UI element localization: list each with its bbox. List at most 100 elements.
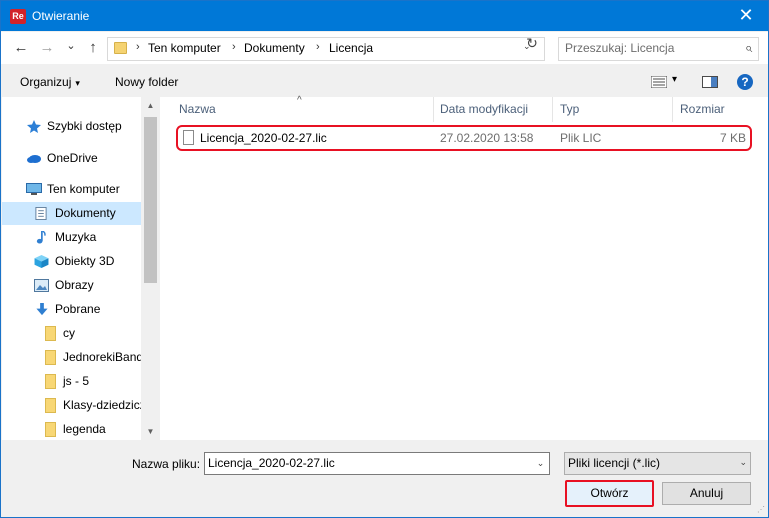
breadcrumb-ten-komputer[interactable]: Ten komputer [148,41,221,55]
refresh-icon[interactable]: ↻ [524,36,540,50]
folder-icon [45,326,56,341]
recent-locations-icon[interactable]: ⌄ [61,36,81,56]
sidebar-item-folder[interactable]: JednorekiBandyta [2,346,141,369]
folder-icon [45,374,56,389]
pictures-icon [34,279,49,292]
file-name: Licencja_2020-02-27.lic [200,131,327,145]
column-header-name[interactable]: Nazwa [179,97,216,122]
close-button[interactable]: ✕ [724,1,768,31]
sidebar-item-label: Szybki dostęp [47,119,122,133]
file-type-value: Pliki licencji (*.lic) [568,456,661,470]
preview-pane-icon[interactable] [702,76,718,91]
scroll-down-icon[interactable]: ▼ [142,423,159,440]
sidebar-scrollbar[interactable]: ▲ ▼ [142,97,159,440]
sidebar-item-label: Klasy-dziedziczenie [63,398,141,412]
column-divider[interactable] [552,97,553,122]
sidebar-item-label: js - 5 [63,374,90,388]
filename-input[interactable]: Licencja_2020-02-27.lic ⌄ [204,452,550,475]
scroll-up-icon[interactable]: ▲ [142,97,159,114]
documents-icon [35,207,47,220]
folder-icon [45,350,56,365]
app-logo-icon: Re [10,9,26,24]
back-arrow-icon[interactable]: ← [11,38,31,58]
sidebar-item-3d-objects[interactable]: Obiekty 3D [2,250,141,273]
new-folder-button[interactable]: Nowy folder [115,75,178,89]
file-size: 7 KB [719,131,746,145]
sort-ascending-icon: ^ [297,95,302,106]
chevron-down-icon: ⌄ [739,457,747,467]
dialog-footer: Nazwa pliku: Licencja_2020-02-27.lic ⌄ P… [1,440,768,517]
breadcrumb-dokumenty[interactable]: Dokumenty [244,41,305,55]
view-dropdown-icon[interactable]: ▾ [672,74,677,85]
download-icon [36,303,48,316]
sidebar-item-pictures[interactable]: Obrazy [2,274,141,297]
folder-icon [45,422,56,437]
cancel-button[interactable]: Anuluj [662,482,751,505]
computer-icon [26,183,42,195]
file-modified: 27.02.2020 13:58 [440,131,534,145]
sidebar-item-label: Dokumenty [55,206,116,220]
cloud-icon [27,155,41,163]
command-bar: Organizuj ▾ Nowy folder ▾ ? [1,64,768,98]
chevron-down-icon[interactable]: ⌄ [532,453,549,474]
resize-grip-icon[interactable]: ⋰ [757,505,765,514]
sidebar-item-folder[interactable]: legenda [2,418,141,440]
sidebar-item-documents[interactable]: Dokumenty [2,202,141,225]
music-icon [36,231,46,244]
window-title: Otwieranie [32,9,90,23]
file-type: Plik LIC [560,131,602,145]
star-icon [27,120,41,133]
chevron-down-icon: ▾ [75,78,80,88]
breadcrumb-separator-icon[interactable]: › [136,41,140,53]
column-divider[interactable] [433,97,434,122]
help-icon[interactable]: ? [737,74,753,90]
sidebar-item-label: JednorekiBandyta [63,350,141,364]
sidebar-item-label: Obrazy [55,278,94,292]
folder-icon [114,42,127,54]
breadcrumb-separator-icon[interactable]: › [232,41,236,53]
sidebar-item-label: Ten komputer [47,182,120,196]
column-header-date[interactable]: Data modyfikacji [440,97,528,122]
sidebar-item-label: Muzyka [55,230,97,244]
view-options-icon[interactable] [650,75,668,91]
column-header-size[interactable]: Rozmiar [680,97,725,122]
organize-label: Organizuj [20,75,72,89]
scrollbar-thumb[interactable] [144,117,157,283]
open-button[interactable]: Otwórz [565,480,654,507]
navigation-pane: Szybki dostęp OneDrive Ten komputer Doku… [2,97,141,440]
table-row[interactable]: Licencja_2020-02-27.lic 27.02.2020 13:58… [176,125,752,151]
sidebar-item-folder[interactable]: cy [2,322,141,345]
sidebar-item-label: OneDrive [47,151,98,165]
file-icon [183,130,194,145]
breadcrumb-licencja[interactable]: Licencja [329,41,373,55]
sidebar-item-onedrive[interactable]: OneDrive [2,147,141,170]
open-file-dialog: Re Otwieranie ✕ ← → ⌄ ↑ › Ten komputer ›… [0,0,769,518]
file-list: ^ Nazwa Data modyfikacji Typ Rozmiar Lic… [160,95,768,440]
column-divider[interactable] [672,97,673,122]
sidebar-item-folder[interactable]: js - 5 [2,370,141,393]
sidebar-item-quick-access[interactable]: Szybki dostęp [2,115,141,138]
forward-arrow-icon[interactable]: → [37,38,57,58]
organize-button[interactable]: Organizuj ▾ [20,75,80,89]
filename-value: Licencja_2020-02-27.lic [208,456,335,470]
sidebar-item-label: cy [63,326,75,340]
search-placeholder: Przeszukaj: Licencja [565,41,675,55]
filename-label: Nazwa pliku: [132,457,201,471]
address-bar[interactable]: › Ten komputer › Dokumenty › Licencja ⌄ [107,37,545,61]
sidebar-item-label: legenda [63,422,106,436]
sidebar-item-label: Obiekty 3D [55,254,115,268]
up-arrow-icon[interactable]: ↑ [83,38,103,58]
file-type-select[interactable]: Pliki licencji (*.lic) ⌄ [564,452,751,475]
search-icon[interactable]: ⌕ [745,40,752,56]
sidebar-item-folder[interactable]: Klasy-dziedziczenie [2,394,141,417]
sidebar-item-label: Pobrane [55,302,101,316]
cube-icon [34,255,49,268]
sidebar-item-this-pc[interactable]: Ten komputer [2,178,141,201]
column-header-type[interactable]: Typ [560,97,579,122]
sidebar-item-music[interactable]: Muzyka [2,226,141,249]
sidebar-item-downloads[interactable]: Pobrane [2,298,141,321]
search-input[interactable]: Przeszukaj: Licencja ⌕ [558,37,759,61]
folder-icon [45,398,56,413]
navigation-bar: ← → ⌄ ↑ › Ten komputer › Dokumenty › Lic… [1,32,768,64]
breadcrumb-separator-icon[interactable]: › [316,41,320,53]
